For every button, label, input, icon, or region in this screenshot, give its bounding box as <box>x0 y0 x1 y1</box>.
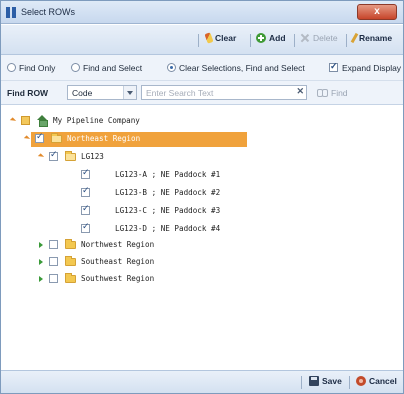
delete-label: Delete <box>313 33 338 43</box>
tree-node-row: LG123-B ; NE Paddock #2 <box>1 186 301 200</box>
find-label: Find <box>331 88 348 98</box>
add-label: Add <box>269 33 286 43</box>
add-icon <box>256 32 266 43</box>
add-button[interactable]: Add <box>256 32 286 47</box>
select-rows-dialog: Select ROWs x Clear Add Delete Rename Fi… <box>0 0 404 394</box>
toolbar-separator <box>294 34 295 47</box>
app-icon <box>6 7 16 18</box>
collapse-icon[interactable] <box>37 153 45 160</box>
expand-display-checkbox[interactable]: Expand Display <box>329 61 402 73</box>
find-field-value: Code <box>72 88 93 98</box>
find-options: Find Only Find and Select Clear Selectio… <box>1 55 403 81</box>
clear-find-select-radio[interactable]: Clear Selections, Find and Select <box>167 63 305 73</box>
clear-label: Clear <box>215 33 237 43</box>
tree-checkbox[interactable] <box>81 204 90 215</box>
tree-checkbox[interactable] <box>35 132 44 143</box>
folder-icon <box>65 273 76 283</box>
tree-node-label[interactable]: LG123-D ; NE Paddock #4 <box>115 224 220 233</box>
tree-node-region: Southwest Region <box>1 272 301 286</box>
expand-display-label: Expand Display <box>342 63 402 73</box>
cancel-button[interactable]: Cancel <box>356 375 397 390</box>
tree-node-label[interactable]: Northeast Region <box>67 134 140 143</box>
window-title: Select ROWs <box>21 7 76 17</box>
tree-node-label[interactable]: LG123-B ; NE Paddock #2 <box>115 188 220 197</box>
clear-button[interactable]: Clear <box>204 32 237 47</box>
tree-checkbox[interactable] <box>49 150 58 161</box>
footer-separator <box>301 376 302 389</box>
delete-icon <box>300 33 310 43</box>
clear-search-icon[interactable]: ✕ <box>296 86 304 97</box>
dialog-footer: Save Cancel <box>1 370 403 393</box>
find-only-label: Find Only <box>19 63 56 73</box>
tree-checkbox[interactable] <box>81 186 90 197</box>
tree-checkbox[interactable] <box>21 116 30 125</box>
tree-checkbox[interactable] <box>49 257 58 266</box>
close-button[interactable]: x <box>357 4 397 20</box>
tree-node-label[interactable]: Southeast Region <box>81 257 154 266</box>
save-label: Save <box>322 376 342 386</box>
folder-icon <box>65 239 76 249</box>
delete-button[interactable]: Delete <box>300 33 338 47</box>
cancel-icon <box>356 375 366 386</box>
binoculars-icon <box>317 89 328 97</box>
checkbox-checked-icon <box>329 61 338 73</box>
tree-node-label[interactable]: Northwest Region <box>81 240 154 249</box>
save-icon <box>309 375 319 386</box>
tree-node-label[interactable]: LG123-C ; NE Paddock #3 <box>115 206 220 215</box>
tree-checkbox[interactable] <box>49 274 58 283</box>
find-row-bar: Find ROW Code ✕ Find <box>1 81 403 105</box>
tree-node-region: Southeast Region <box>1 255 301 269</box>
folder-open-icon <box>51 133 62 143</box>
radio-icon <box>71 63 80 73</box>
search-input[interactable] <box>142 86 292 99</box>
collapse-icon[interactable] <box>23 135 31 142</box>
find-and-select-label: Find and Select <box>83 63 143 73</box>
pencil-icon <box>350 32 359 43</box>
expand-icon[interactable] <box>39 276 43 282</box>
rename-label: Rename <box>359 33 393 43</box>
tree-node-row: LG123-C ; NE Paddock #3 <box>1 204 301 218</box>
tree-node-row: LG123-D ; NE Paddock #4 <box>1 222 301 236</box>
folder-open-icon <box>65 151 76 161</box>
row-tree: My Pipeline Company Northeast Region LG1… <box>1 106 403 366</box>
tree-node-label[interactable]: My Pipeline Company <box>53 116 140 125</box>
find-button[interactable]: Find <box>317 88 348 98</box>
tree-node-label[interactable]: LG123-A ; NE Paddock #1 <box>115 170 220 179</box>
find-only-radio[interactable]: Find Only <box>7 63 55 73</box>
chevron-down-icon[interactable] <box>123 86 136 99</box>
collapse-icon[interactable] <box>9 117 17 124</box>
cancel-label: Cancel <box>369 376 397 386</box>
tree-node-root: My Pipeline Company <box>1 114 301 128</box>
tree-checkbox[interactable] <box>49 240 58 249</box>
toolbar-separator <box>346 34 347 47</box>
find-row-label: Find ROW <box>7 88 49 98</box>
radio-selected-icon <box>167 63 176 73</box>
tree-checkbox[interactable] <box>81 168 90 179</box>
title-bar: Select ROWs x <box>1 1 403 24</box>
tree-checkbox[interactable] <box>81 222 90 233</box>
tree-node-region-selected: Northeast Region <box>1 132 301 147</box>
tree-node-region: Northwest Region <box>1 238 301 252</box>
search-box: ✕ <box>141 85 307 100</box>
expand-icon[interactable] <box>39 242 43 248</box>
find-field-select[interactable]: Code <box>67 85 137 100</box>
tree-node-label[interactable]: Southwest Region <box>81 274 154 283</box>
footer-separator <box>349 376 350 389</box>
expand-icon[interactable] <box>39 259 43 265</box>
find-and-select-radio[interactable]: Find and Select <box>71 63 142 73</box>
toolbar-separator <box>250 34 251 47</box>
folder-icon <box>65 256 76 266</box>
clear-find-select-label: Clear Selections, Find and Select <box>179 63 305 73</box>
toolbar-separator <box>198 34 199 47</box>
radio-icon <box>7 63 16 73</box>
save-button[interactable]: Save <box>309 375 342 390</box>
eraser-icon <box>204 32 214 44</box>
tree-node-group: LG123 <box>1 150 301 164</box>
toolbar: Clear Add Delete Rename <box>1 25 403 55</box>
company-icon <box>37 115 48 127</box>
tree-node-row: LG123-A ; NE Paddock #1 <box>1 168 301 182</box>
tree-node-label[interactable]: LG123 <box>81 152 104 161</box>
rename-button[interactable]: Rename <box>350 32 393 47</box>
